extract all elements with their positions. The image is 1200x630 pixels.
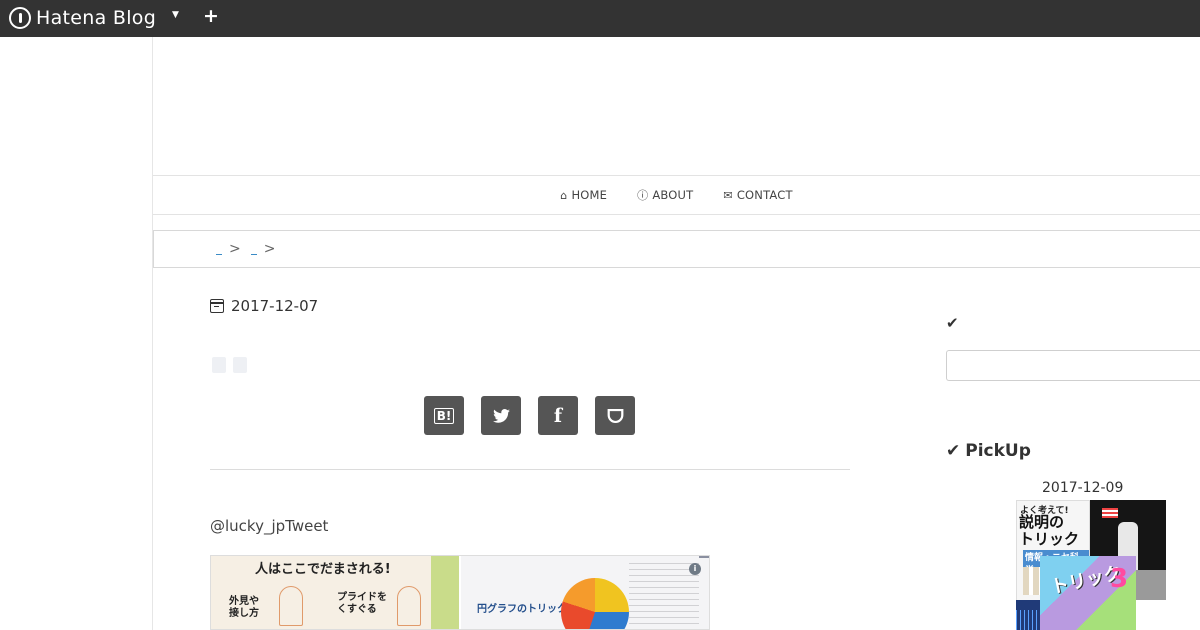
nav-home-label: HOME	[571, 188, 608, 202]
caret-down-icon[interactable]: ▼	[172, 10, 179, 20]
twitter-icon	[492, 408, 510, 423]
photo-caption: プライドを くすぐる	[337, 592, 387, 615]
hatena-bookmark-icon: B!	[433, 407, 455, 424]
pickup-label: PickUp	[965, 441, 1031, 461]
photo-right-title: 円グラフのトリック	[477, 604, 567, 615]
twitter-share-button[interactable]	[481, 396, 521, 435]
breadcrumb-link-2[interactable]	[250, 252, 257, 255]
article-date[interactable]: 2017-12-07	[210, 297, 318, 315]
search-input[interactable]	[946, 350, 1200, 381]
blog-header	[153, 37, 1200, 175]
pickup-book-image[interactable]: トリック 3	[1040, 556, 1136, 630]
envelope-icon: ✉	[723, 188, 733, 202]
photo-figure	[397, 586, 421, 626]
hatena-bookmark-button[interactable]: B!	[424, 396, 464, 435]
flag-graphic	[1102, 508, 1118, 518]
tweet-user[interactable]: @lucky_jpTweet	[210, 517, 328, 535]
photo-page-edge	[431, 556, 459, 629]
home-icon: ⌂	[560, 188, 568, 202]
pickup-date: 2017-12-09	[1042, 480, 1124, 496]
pickup-heading: ✔ PickUp	[946, 441, 1031, 461]
brand-name: Hatena Blog	[36, 7, 157, 29]
check-icon: ✔	[946, 441, 961, 461]
nav-contact[interactable]: ✉ CONTACT	[723, 188, 792, 202]
plus-icon[interactable]: +	[203, 5, 219, 27]
photo-figure	[279, 586, 303, 626]
article-categories	[212, 357, 247, 373]
nav-contact-label: CONTACT	[736, 188, 793, 202]
book-cover-title: 説明の トリック	[1019, 513, 1080, 548]
pickup-chart-image[interactable]	[1016, 600, 1040, 630]
breadcrumb-separator: >	[263, 241, 276, 257]
article-divider	[210, 469, 850, 470]
photo-caption: 外見や 接し方	[229, 596, 259, 619]
hatena-logo-icon	[9, 7, 31, 29]
embedded-tweet-image[interactable]: 人はここでだまされる! 外見や 接し方 プライドを くすぐる 円グラフのトリック…	[210, 555, 710, 630]
nav-home[interactable]: ⌂ HOME	[560, 188, 607, 202]
breadcrumb: > >	[153, 230, 1200, 268]
book-cover-number: 3	[1110, 564, 1129, 594]
calendar-icon	[210, 299, 224, 313]
article-date-text: 2017-12-07	[231, 297, 319, 315]
hatena-top-bar: Hatena Blog ▼ +	[0, 0, 1200, 37]
breadcrumb-link-1[interactable]	[216, 252, 222, 255]
category-tag[interactable]	[212, 357, 226, 373]
photo-left-title: 人はここでだまされる!	[255, 562, 391, 577]
global-nav: ⌂ HOME ⓘ ABOUT ✉ CONTACT	[153, 175, 1200, 215]
corner-icon	[699, 556, 709, 568]
pocket-icon	[607, 408, 623, 423]
nav-about[interactable]: ⓘ ABOUT	[637, 187, 693, 203]
facebook-icon: f	[553, 404, 563, 427]
share-buttons: B! f	[424, 396, 635, 435]
category-tag[interactable]	[233, 357, 247, 373]
chart-graphic	[1016, 610, 1040, 630]
check-icon: ✔	[946, 314, 959, 332]
pocket-share-button[interactable]	[595, 396, 635, 435]
facebook-share-button[interactable]: f	[538, 396, 578, 435]
hatena-blog-logo[interactable]: Hatena Blog	[9, 7, 156, 29]
breadcrumb-separator: >	[229, 241, 241, 257]
info-circle-icon: ⓘ	[637, 189, 649, 202]
nav-about-label: ABOUT	[652, 188, 694, 202]
